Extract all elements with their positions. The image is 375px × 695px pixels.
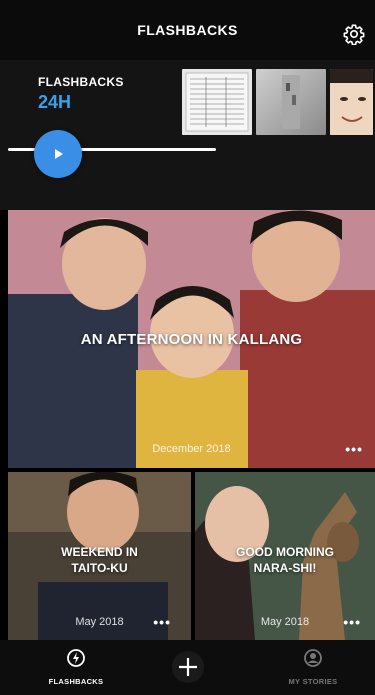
thumbnail-row <box>182 69 373 135</box>
nav-flashbacks[interactable]: FLASHBACKS <box>31 648 121 686</box>
thumbnail-document[interactable] <box>182 69 252 135</box>
gear-icon[interactable] <box>343 23 365 45</box>
card-title-taito: WEEKEND IN TAITO-KU <box>8 544 191 576</box>
card-title-line2: NARA-SHI! <box>253 561 317 575</box>
profile-icon <box>304 649 322 667</box>
card-title-line2: TAITO-KU <box>71 561 128 575</box>
plus-icon[interactable] <box>171 650 205 684</box>
strip-label: FLASHBACKS <box>38 75 124 89</box>
flashback-card-taito[interactable]: WEEKEND IN TAITO-KU May 2018 ••• <box>8 472 191 640</box>
flashback-card-hero[interactable]: AN AFTERNOON IN KALLANG December 2018 ••… <box>8 210 375 468</box>
flashbacks-icon <box>67 649 85 667</box>
app-screen: FLASHBACKS FLASHBACKS 24H AN AFTERNOON I… <box>0 0 375 695</box>
thumbnail-hallway[interactable] <box>256 69 326 135</box>
card-title-nara: GOOD MORNING NARA-SHI! <box>195 544 375 576</box>
nav-my-stories[interactable]: MY STORIES <box>268 648 358 686</box>
nav-my-stories-label: MY STORIES <box>288 677 338 686</box>
card-title-line1: GOOD MORNING <box>236 545 334 559</box>
nav-flashbacks-label: FLASHBACKS <box>48 677 104 686</box>
hero-date: December 2018 <box>152 443 231 455</box>
strip-period: 24H <box>38 92 72 112</box>
card-title-line1: WEEKEND IN <box>61 545 138 559</box>
top-bar: FLASHBACKS <box>0 0 375 60</box>
page-title: FLASHBACKS <box>137 22 238 38</box>
card-more-button-taito[interactable]: ••• <box>153 614 171 630</box>
hero-title: AN AFTERNOON IN KALLANG <box>80 331 303 348</box>
play-icon <box>55 149 63 159</box>
flashback-card-nara[interactable]: GOOD MORNING NARA-SHI! May 2018 ••• <box>195 472 375 640</box>
bottom-nav: FLASHBACKS MY STORIES <box>0 640 375 695</box>
play-button[interactable] <box>34 130 82 178</box>
flashbacks-24h-strip: FLASHBACKS 24H <box>0 60 375 210</box>
card-more-button-nara[interactable]: ••• <box>343 614 361 630</box>
hero-more-button[interactable]: ••• <box>345 441 363 457</box>
thumbnail-portrait[interactable] <box>330 69 373 135</box>
